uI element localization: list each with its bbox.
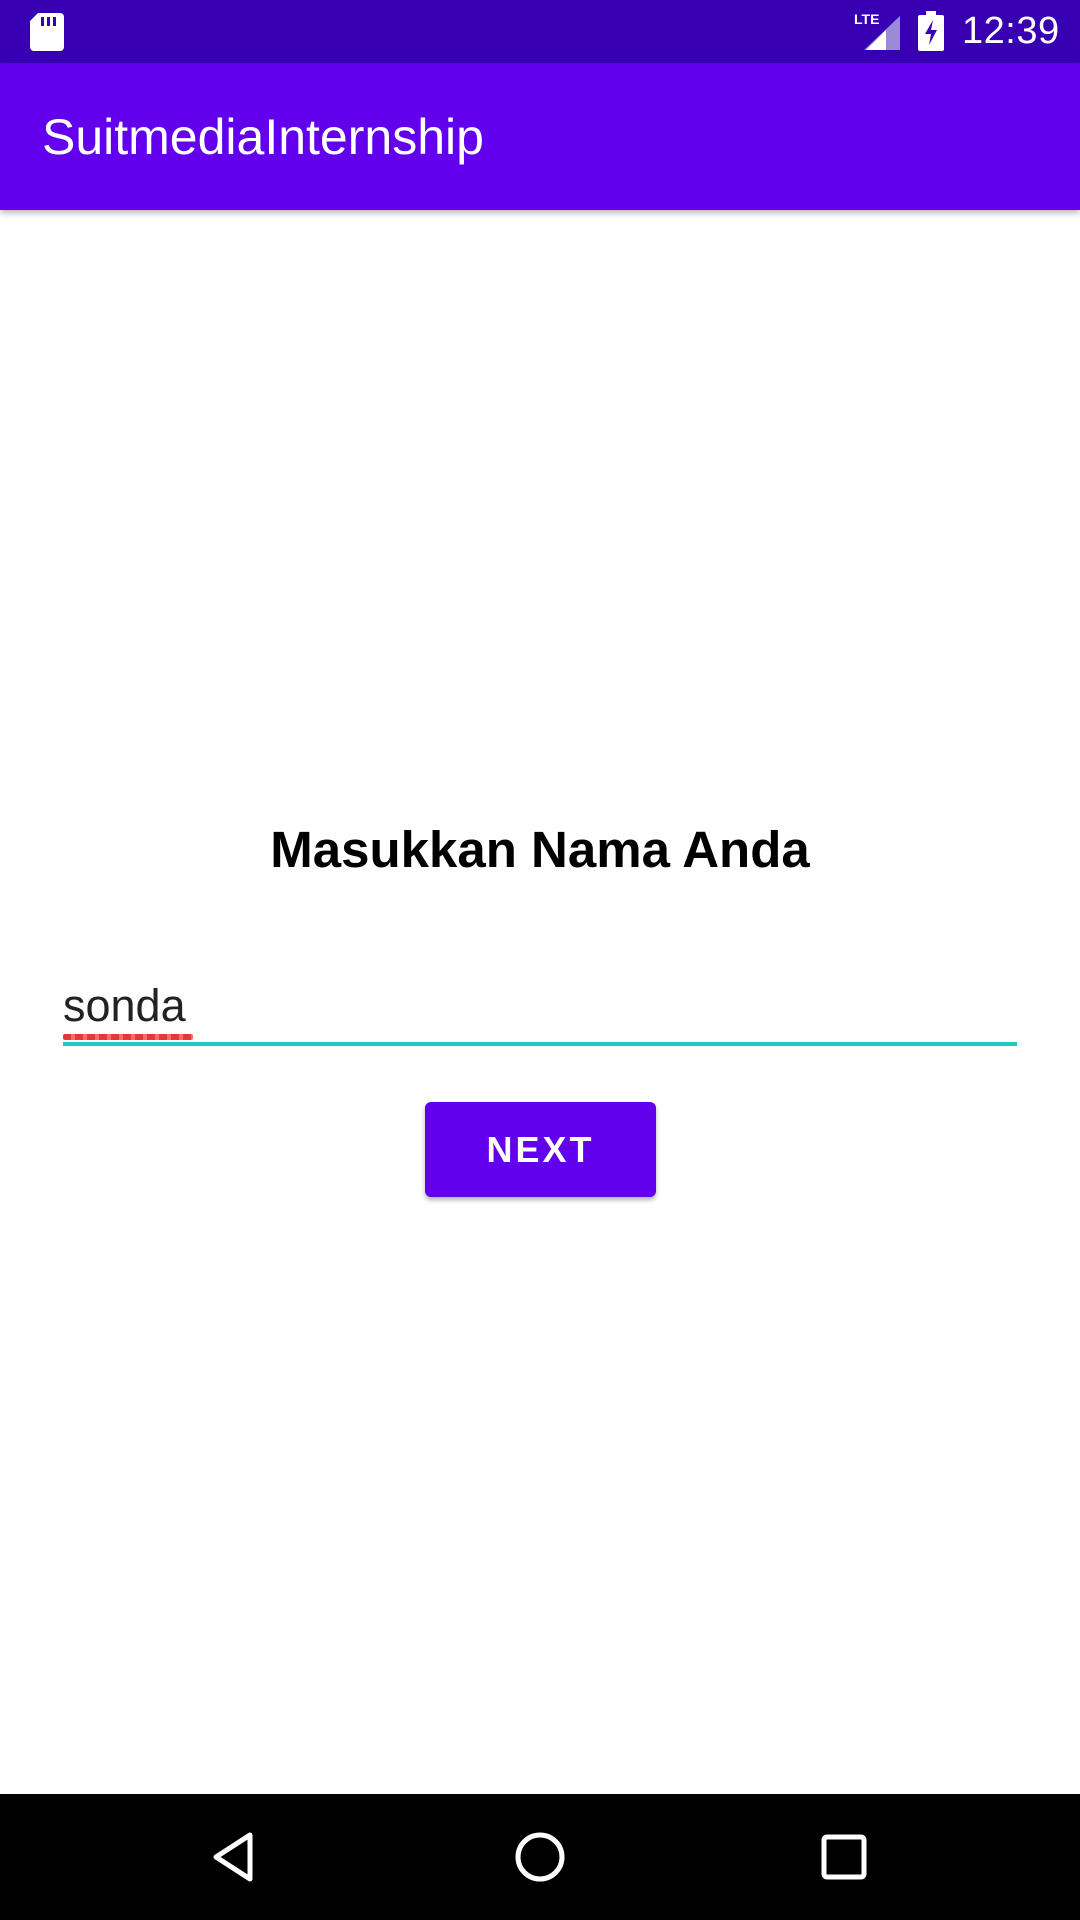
status-bar: LTE 12:39 [0,0,1080,63]
app-title: SuitmediaInternship [42,109,484,165]
name-field[interactable] [63,970,1017,1046]
nav-home-button[interactable] [480,1794,600,1920]
back-icon [213,1832,253,1882]
spellcheck-underline [63,1034,193,1040]
navigation-bar [0,1794,1080,1920]
lte-label: LTE [854,11,879,27]
sd-card-icon [30,13,64,51]
name-input[interactable] [63,970,1017,1042]
lte-signal-icon: LTE [854,11,900,50]
battery-charging-icon [918,11,944,51]
main-content: Masukkan Nama Anda NEXT [0,210,1080,1794]
nav-back-button[interactable] [176,1794,296,1920]
app-bar: SuitmediaInternship [0,63,1080,210]
recents-icon [821,1834,867,1880]
name-prompt: Masukkan Nama Anda [270,821,810,878]
nav-recents-button[interactable] [784,1794,904,1920]
status-clock: 12:39 [962,10,1060,52]
next-button[interactable]: NEXT [425,1102,656,1197]
home-icon [515,1832,565,1882]
